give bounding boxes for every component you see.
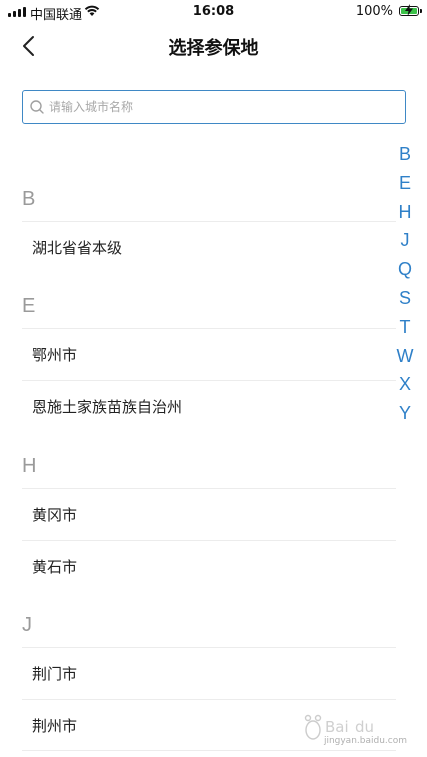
- list-item[interactable]: 黄冈市: [22, 488, 396, 540]
- index-letter-t[interactable]: T: [395, 313, 415, 342]
- svg-text:du: du: [355, 718, 374, 736]
- list-item-label: 黄冈市: [32, 506, 78, 524]
- list-item-label: 黄石市: [32, 558, 78, 576]
- list-item[interactable]: 荆门市: [22, 647, 396, 699]
- section-header-e: E: [22, 295, 36, 317]
- battery-percentage: 100%: [355, 4, 393, 19]
- list-item-label: 鄂州市: [32, 346, 78, 364]
- charging-bolt-icon: [405, 4, 413, 16]
- svg-text:Bai: Bai: [325, 718, 349, 736]
- page-title: 选择参保地: [168, 38, 259, 59]
- list-item[interactable]: 黄石市: [22, 540, 396, 592]
- list-item-label: 荆州市: [32, 716, 78, 735]
- section-header-h: H: [22, 455, 37, 477]
- index-letter-w[interactable]: W: [395, 342, 415, 371]
- battery-icon: [399, 4, 422, 16]
- index-letter-h[interactable]: H: [395, 198, 415, 227]
- section-header-b: B: [22, 188, 36, 210]
- list-item[interactable]: 恩施土家族苗族自治州: [22, 380, 396, 432]
- status-bar: 中国联通 16:08 100%: [0, 0, 427, 24]
- index-letter-e[interactable]: E: [395, 169, 415, 198]
- alphabet-index-bar[interactable]: B E H J Q S T W X Y: [395, 140, 415, 428]
- navigation-bar: 选择参保地: [0, 24, 427, 68]
- list-item-label: 荆门市: [32, 665, 78, 683]
- list-item[interactable]: 鄂州市: [22, 328, 396, 380]
- list-item-label: 恩施土家族苗族自治州: [32, 398, 183, 416]
- watermark-url: jingyan.baidu.com: [323, 736, 407, 746]
- index-letter-q[interactable]: Q: [395, 255, 415, 284]
- index-letter-j[interactable]: J: [395, 226, 415, 255]
- index-letter-s[interactable]: S: [395, 284, 415, 313]
- search-box[interactable]: [22, 90, 406, 124]
- index-letter-b[interactable]: B: [395, 140, 415, 169]
- search-input[interactable]: [45, 92, 405, 122]
- index-letter-x[interactable]: X: [395, 370, 415, 399]
- list-item-label: 湖北省省本级: [32, 239, 123, 257]
- search-icon: [30, 100, 44, 114]
- section-header-j: J: [22, 614, 32, 636]
- list-item[interactable]: 湖北省省本级: [22, 221, 396, 273]
- index-letter-y[interactable]: Y: [395, 399, 415, 428]
